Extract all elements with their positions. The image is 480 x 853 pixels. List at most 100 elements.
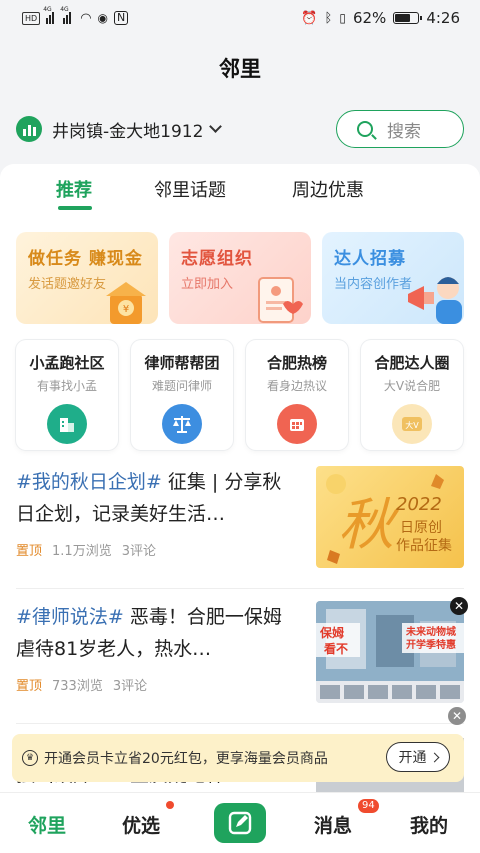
- search-icon: [357, 121, 373, 137]
- thumb-line-2: 作品征集: [396, 537, 452, 554]
- alarm-icon: ⏰: [301, 10, 318, 26]
- signal-icon-2: 4G: [60, 6, 74, 24]
- post-button[interactable]: [214, 803, 266, 843]
- thumb-caption-1: 保姆: [319, 625, 344, 640]
- thumb-caption-2: 看不: [324, 641, 348, 656]
- banner-talent[interactable]: 达人招募 当内容创作者: [322, 232, 464, 324]
- coin-house-icon: ¥: [106, 282, 146, 324]
- promo-text: 开通会员卡立省20元红包，更享海量会员商品: [44, 751, 328, 767]
- card-title: 合肥热榜: [266, 354, 327, 372]
- tab-recommend[interactable]: 推荐: [56, 176, 92, 202]
- status-left: HD 4G 4G ◠ ◉ N: [22, 6, 129, 26]
- location-row: 井岗镇-金大地1912 搜索: [0, 108, 480, 150]
- banner-volunteer[interactable]: 志愿组织 立即加入: [169, 232, 311, 324]
- card-bigv[interactable]: 合肥达人圈 大V说合肥 大V: [361, 340, 463, 450]
- close-icon[interactable]: ✕: [450, 597, 468, 615]
- banner-title: 达人招募: [334, 249, 406, 269]
- view-count: 1.1万浏览: [52, 544, 112, 559]
- autumn-poster: 秋 2022 日原创 作品征集: [326, 474, 452, 564]
- view-count: 733浏览: [52, 679, 103, 694]
- feed-topic-tag[interactable]: #我的秋日企划#: [16, 471, 162, 493]
- card-xiaomeng[interactable]: 小孟跑社区 有事找小孟: [16, 340, 118, 450]
- clock: 4:26: [426, 9, 460, 27]
- feed-title: #律师说法# 恶毒！合肥一保姆虐待81岁老人，热水…: [16, 601, 296, 665]
- vibrate-icon: ▯: [339, 11, 346, 25]
- thumb-caption-4: 开学季特惠: [406, 638, 456, 651]
- divider: [16, 588, 464, 589]
- hd-badge: HD: [22, 11, 41, 25]
- card-subtitle: 看身边热议: [266, 379, 327, 393]
- thumb-line-1: 日原创: [400, 520, 442, 536]
- battery-percent: 62%: [352, 9, 387, 27]
- crown-icon: ♛: [22, 750, 38, 766]
- community-icon: [16, 116, 42, 142]
- card-subtitle: 大V说合肥: [383, 379, 441, 393]
- tab-indicator: [58, 206, 92, 210]
- status-right: ⏰ ᛒ ▯ 62% 4:26: [301, 9, 460, 27]
- location-selector[interactable]: 井岗镇-金大地1912: [42, 117, 223, 142]
- divider: [16, 723, 464, 724]
- membership-promo[interactable]: ♛ 开通会员卡立省20元红包，更享海量会员商品 开通: [12, 734, 464, 782]
- thumb-caption-3: 未来动物城: [405, 625, 456, 638]
- tab-nearby-deals[interactable]: 周边优惠: [292, 176, 364, 202]
- banner-title: 做任务 赚现金: [28, 249, 143, 269]
- comment-count: 3评论: [112, 679, 148, 694]
- fire-list-icon: [277, 404, 317, 444]
- feed-item[interactable]: #律师说法# 恶毒！合肥一保姆虐待81岁老人，热水… 置顶 733浏览 3评论 …: [16, 597, 468, 711]
- pinned-label: 置顶: [16, 544, 43, 559]
- nav-messages[interactable]: 消息: [314, 811, 352, 838]
- feed-topic-tag[interactable]: #律师说法#: [16, 606, 124, 628]
- scale-icon: [162, 404, 202, 444]
- bluetooth-icon: ᛒ: [324, 10, 333, 26]
- feed-thumbnail[interactable]: 保姆 看不 未来动物城 开学季特惠: [316, 601, 464, 703]
- tab-bar: 推荐 邻里话题 周边优惠: [0, 164, 480, 218]
- feed-title: #我的秋日企划# 征集 | 分享秋日企划，记录美好生活…: [16, 466, 296, 530]
- search-button[interactable]: 搜索: [336, 110, 464, 148]
- svg-text:大V: 大V: [405, 420, 419, 430]
- main-content: 推荐 邻里话题 周边优惠 做任务 赚现金 发话题邀好友 ¥ 志愿组织 立即加入 …: [0, 164, 480, 792]
- search-label: 搜索: [387, 121, 421, 142]
- card-subtitle: 有事找小孟: [36, 379, 97, 393]
- eye-icon: ◉: [97, 11, 109, 25]
- edit-icon: [228, 811, 252, 835]
- banner-title: 志愿组织: [181, 249, 253, 269]
- thumb-big-char: 秋: [338, 493, 400, 558]
- chevron-right-icon: [429, 752, 439, 762]
- wifi-icon: ◠: [80, 10, 92, 26]
- certificate-icon: [258, 277, 303, 323]
- nav-selected[interactable]: 优选: [122, 811, 160, 838]
- location-text: 井岗镇-金大地1912: [52, 121, 204, 142]
- feed-item[interactable]: #我的秋日企划# 征集 | 分享秋日企划，记录美好生活… 置顶 1.1万浏览 3…: [16, 466, 464, 576]
- open-membership-button[interactable]: 开通: [386, 742, 450, 772]
- nav-me[interactable]: 我的: [410, 811, 448, 838]
- thumb-year: 2022: [396, 494, 442, 515]
- building-icon: [47, 404, 87, 444]
- nfc-icon: N: [114, 11, 129, 25]
- card-hot-list[interactable]: 合肥热榜 看身边热议: [246, 340, 348, 450]
- promo-button-label: 开通: [398, 750, 427, 766]
- bottom-nav: 邻里 优选 消息 94 我的: [0, 792, 480, 853]
- card-title: 律师帮帮团: [144, 354, 220, 372]
- signal-icon: 4G: [43, 6, 57, 24]
- battery-icon: [393, 12, 423, 24]
- unread-dot: [166, 801, 174, 809]
- close-promo-icon[interactable]: ✕: [448, 707, 466, 725]
- nav-neighborhood[interactable]: 邻里: [28, 811, 66, 838]
- bigv-icon: 大V: [392, 404, 432, 444]
- page-title: 邻里: [219, 57, 261, 81]
- megaphone-person-icon: [408, 277, 462, 324]
- chevron-down-icon: [209, 119, 223, 133]
- tab-neighbor-topics[interactable]: 邻里话题: [154, 176, 226, 202]
- card-title: 小孟跑社区: [29, 354, 105, 372]
- comment-count: 3评论: [121, 544, 156, 559]
- news-video-frame: 保姆 看不 未来动物城 开学季特惠: [316, 601, 464, 703]
- feed-thumbnail[interactable]: 秋 2022 日原创 作品征集: [316, 466, 464, 568]
- svg-text:¥: ¥: [123, 304, 129, 315]
- message-badge: 94: [358, 799, 379, 813]
- pinned-label: 置顶: [16, 679, 43, 694]
- card-title: 合肥达人圈: [374, 354, 450, 372]
- card-lawyer[interactable]: 律师帮帮团 难题问律师: [131, 340, 233, 450]
- status-bar: HD 4G 4G ◠ ◉ N ⏰ ᛒ ▯ 62% 4:26: [0, 0, 480, 36]
- card-subtitle: 难题问律师: [151, 379, 212, 393]
- banner-tasks[interactable]: 做任务 赚现金 发话题邀好友 ¥: [16, 232, 158, 324]
